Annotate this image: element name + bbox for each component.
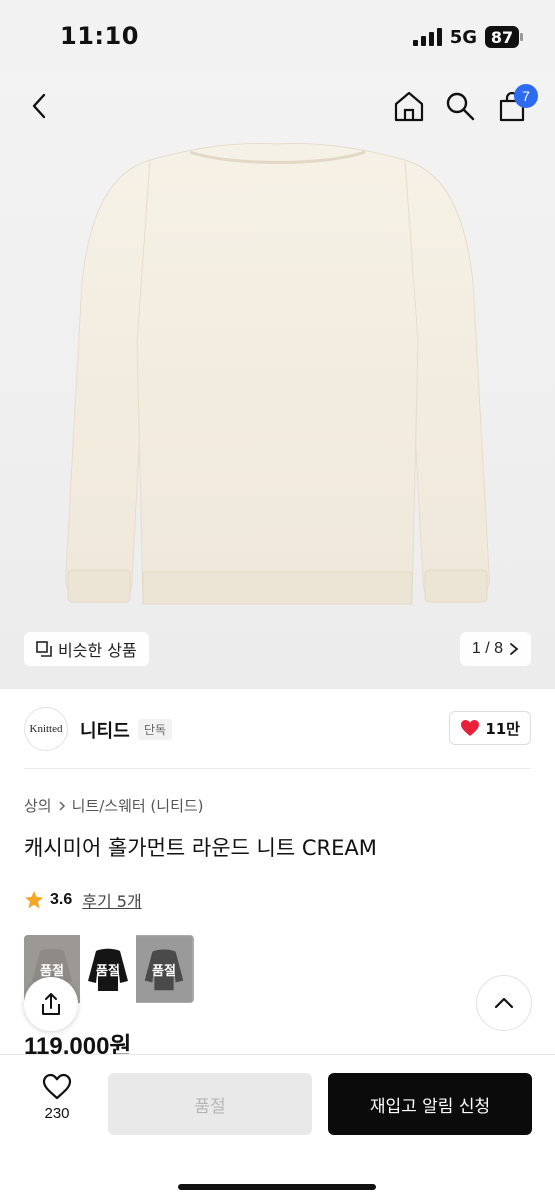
cart-button[interactable]: 7	[492, 84, 538, 126]
like-count: 11만	[485, 719, 520, 738]
wishlist-button[interactable]: 230	[30, 1073, 84, 1137]
review-link[interactable]: 후기 5개	[82, 888, 141, 912]
scroll-top-button[interactable]	[476, 975, 532, 1031]
back-icon	[32, 93, 46, 119]
home-indicator	[178, 1184, 376, 1190]
brand-like-button[interactable]: 11만	[449, 711, 531, 745]
brand-name[interactable]: 니티드	[80, 717, 130, 743]
product-price: 119,000원	[24, 1033, 132, 1056]
similar-products-button[interactable]: 비슷한 상품	[24, 632, 149, 666]
home-icon	[394, 91, 424, 122]
star-icon	[25, 891, 43, 909]
share-button[interactable]	[24, 977, 78, 1031]
bottom-action-bar: 230 품절 재입고 알림 신청	[0, 1054, 555, 1200]
similar-products-label: 비슷한 상품	[58, 641, 137, 660]
search-icon	[446, 92, 475, 121]
home-button[interactable]	[389, 86, 429, 126]
divider	[24, 768, 531, 769]
back-button[interactable]	[20, 86, 60, 126]
share-icon	[42, 993, 60, 1015]
swatch-soldout-label: 품절	[152, 963, 176, 979]
network-label: 5G	[449, 26, 477, 48]
rating-row: 3.6 후기 5개	[24, 888, 142, 912]
wishlist-count: 230	[44, 1105, 70, 1122]
signal-icon	[412, 28, 442, 46]
brand-row: Knitted 니티드 단독 11만	[24, 705, 531, 753]
heart-icon	[461, 720, 480, 736]
status-time: 11:10	[60, 22, 139, 50]
image-page-counter[interactable]: 1 / 8	[459, 632, 531, 666]
battery-icon: 87	[485, 26, 523, 48]
product-title: 캐시미어 홀가먼트 라운드 니트 CREAM	[24, 836, 377, 860]
chevron-up-icon	[494, 997, 514, 1009]
cart-count-badge: 7	[514, 84, 538, 108]
restock-alert-button[interactable]: 재입고 알림 신청	[328, 1073, 532, 1135]
exclusive-badge: 단독	[138, 719, 173, 740]
swatch-soldout-label: 품절	[96, 963, 120, 979]
brand-logo[interactable]: Knitted	[24, 707, 68, 751]
status-indicators: 5G 87	[412, 26, 523, 48]
rating-value: 3.6	[50, 891, 73, 908]
breadcrumb-category[interactable]: 상의	[24, 795, 52, 816]
chevron-right-icon	[59, 800, 65, 811]
breadcrumb: 상의 니트/스웨터 (니티드)	[24, 795, 204, 816]
search-button[interactable]	[440, 86, 480, 126]
soldout-button: 품절	[108, 1073, 312, 1135]
page-indicator: 1 / 8	[471, 640, 503, 657]
chevron-right-icon	[510, 643, 519, 655]
heart-outline-icon	[42, 1073, 72, 1100]
similar-icon	[36, 641, 52, 657]
product-image	[65, 143, 490, 605]
breadcrumb-subcategory[interactable]: 니트/스웨터 (니티드)	[72, 795, 204, 816]
status-bar: 11:10 5G 87	[0, 0, 555, 72]
product-gallery[interactable]: 7 비슷한 상품 1 / 8	[0, 72, 555, 689]
swatch-option[interactable]: 품절	[136, 935, 192, 1003]
swatch-option[interactable]: 품절	[80, 935, 136, 1003]
